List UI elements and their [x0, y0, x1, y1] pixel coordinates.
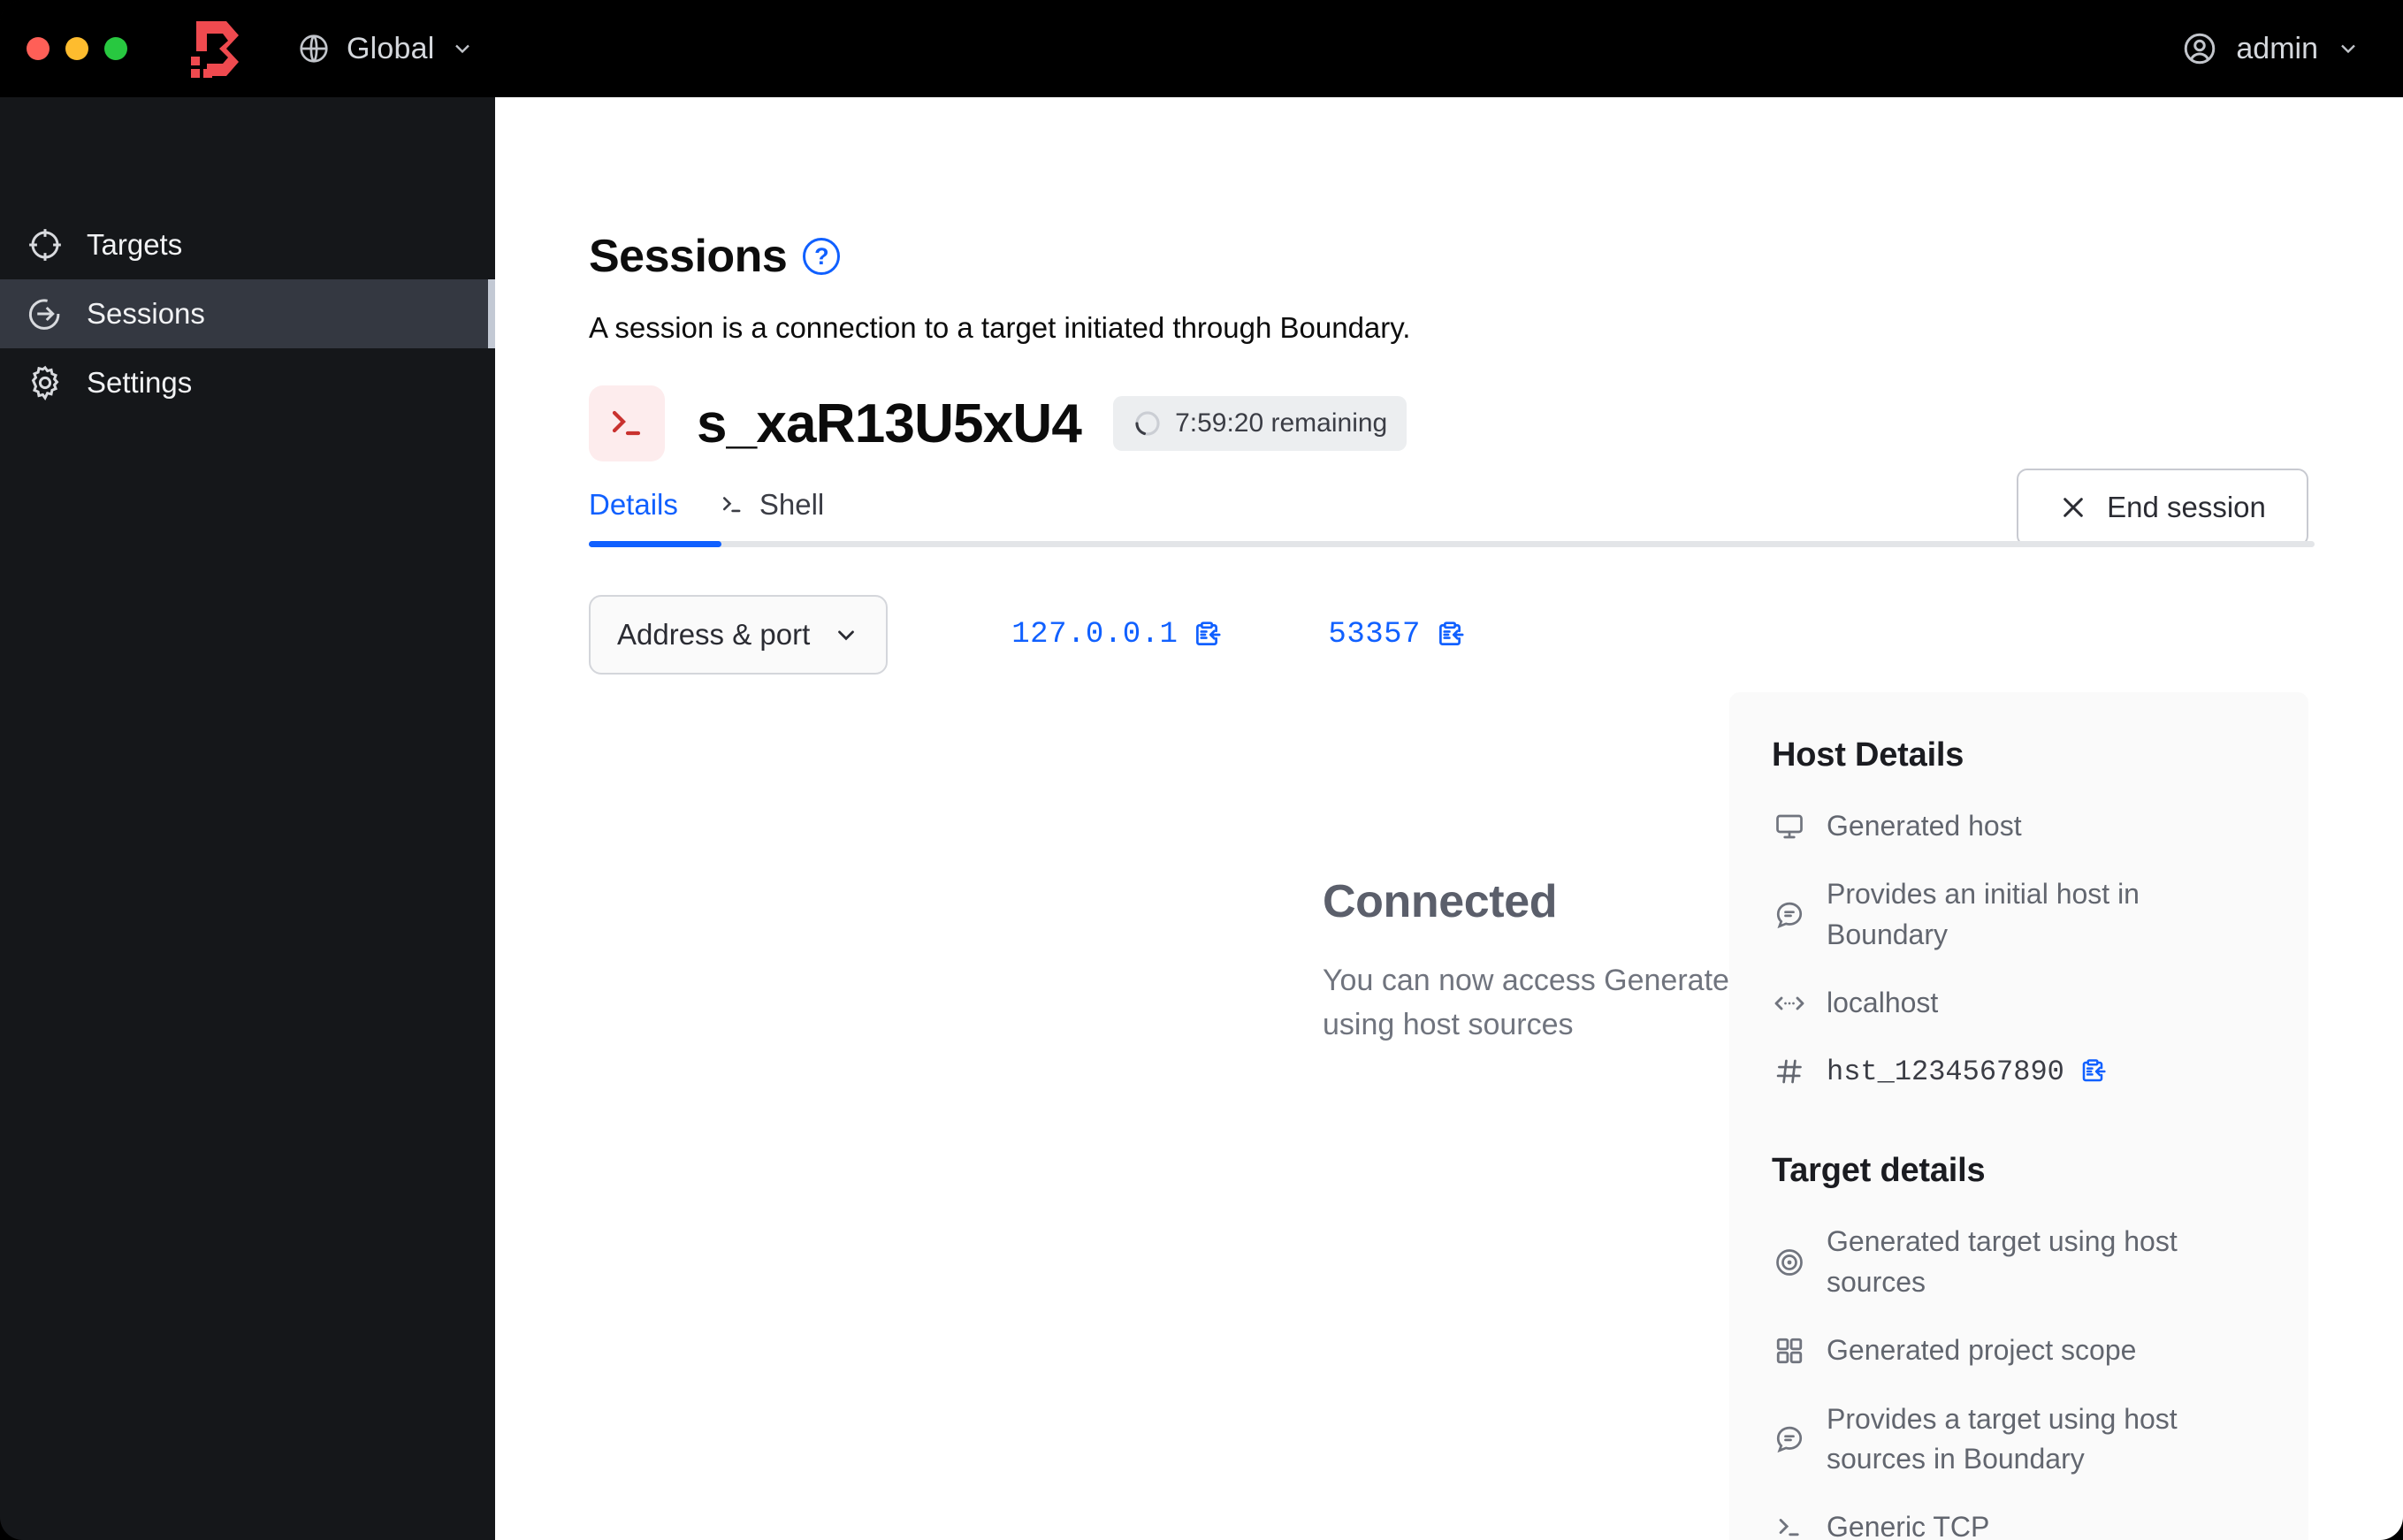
- session-remaining-badge: 7:59:20 remaining: [1113, 396, 1407, 451]
- list-item: Generic TCP: [1772, 1493, 2266, 1540]
- tab-details[interactable]: Details: [589, 488, 678, 522]
- display-icon: [1772, 809, 1807, 844]
- tab-shell[interactable]: Shell: [719, 488, 824, 522]
- tabs-underline: [589, 541, 2315, 547]
- terminal-icon: [1772, 1510, 1807, 1540]
- address-value: 127.0.0.1: [1011, 618, 1179, 652]
- page-title: Sessions: [589, 231, 788, 282]
- tab-details-label: Details: [589, 488, 678, 521]
- page-header: Sessions ? A session is a connection to …: [495, 97, 2403, 461]
- spinner-icon: [1133, 408, 1163, 438]
- terminal-icon: [719, 492, 745, 518]
- details-panel: Host Details Generated host Provides an …: [1729, 692, 2308, 1540]
- traffic-light-controls: [27, 37, 127, 60]
- title-bar: Global admin: [0, 0, 2403, 97]
- list-item-label: Provides an initial host in Boundary: [1827, 878, 2140, 950]
- list-item-label: Generated host: [1827, 810, 2022, 842]
- network-icon: [1772, 986, 1807, 1021]
- address-port-dropdown[interactable]: Address & port: [589, 595, 889, 675]
- tabs-row: Details Shell: [589, 488, 2315, 541]
- list-item-label: Provides a target using host sources in …: [1827, 1402, 2178, 1475]
- crosshair-icon: [25, 225, 65, 265]
- grid-icon: [1772, 1333, 1807, 1368]
- user-menu[interactable]: admin: [2181, 30, 2361, 67]
- list-item: Provides a target using host sources in …: [1772, 1385, 2266, 1494]
- list-item: Generated target using host sources: [1772, 1208, 2266, 1316]
- page-title-row: Sessions ?: [589, 230, 2403, 283]
- session-tabs: Details Shell: [589, 488, 2315, 547]
- sidebar: Targets Sessions Settings: [0, 97, 495, 1540]
- sidebar-item-label: Sessions: [87, 297, 205, 330]
- maximize-window-button[interactable]: [104, 37, 127, 60]
- list-item-label: Generic TCP: [1827, 1511, 1990, 1540]
- connection-info-row: Address & port 127.0.0.1 53357: [589, 595, 2403, 675]
- clipboard-copy-icon: [2079, 1057, 2107, 1086]
- chevron-down-icon: [450, 36, 475, 61]
- list-item: Generated host: [1772, 792, 2266, 860]
- list-item: localhost: [1772, 969, 2266, 1037]
- help-icon[interactable]: ?: [803, 238, 841, 275]
- port-value: 53357: [1328, 618, 1421, 652]
- list-item-label: Generated target using host sources: [1827, 1225, 2178, 1298]
- tab-active-indicator: [589, 541, 721, 547]
- sidebar-item-targets[interactable]: Targets: [0, 210, 495, 279]
- target-icon: [1772, 1245, 1807, 1280]
- sidebar-item-label: Settings: [87, 366, 193, 399]
- sidebar-item-label: Targets: [87, 228, 183, 261]
- minimize-window-button[interactable]: [65, 37, 88, 60]
- main-content: Sessions ? A session is a connection to …: [495, 97, 2403, 1540]
- terminal-icon: [589, 385, 665, 461]
- page-description: A session is a connection to a target in…: [589, 311, 1411, 344]
- tab-shell-label: Shell: [759, 488, 825, 521]
- user-name-label: admin: [2236, 31, 2318, 65]
- copy-address-button[interactable]: 127.0.0.1: [1011, 618, 1222, 652]
- chevron-down-icon: [2336, 36, 2361, 61]
- list-item-label: hst_1234567890: [1827, 1055, 2064, 1088]
- user-circle-icon: [2181, 30, 2218, 67]
- sidebar-item-sessions[interactable]: Sessions: [0, 279, 495, 348]
- login-arrow-icon: [25, 294, 65, 334]
- host-details-heading: Host Details: [1772, 736, 1964, 774]
- application-window: Global admin Targets Sessions Settings S…: [0, 0, 2403, 1540]
- sidebar-nav: Targets Sessions Settings: [0, 210, 495, 417]
- list-item: Generated project scope: [1772, 1316, 2266, 1384]
- sidebar-item-settings[interactable]: Settings: [0, 348, 495, 417]
- copy-host-id-button[interactable]: hst_1234567890: [1827, 1052, 2107, 1092]
- list-item: hst_1234567890: [1772, 1038, 2266, 1106]
- hash-icon: [1772, 1054, 1807, 1089]
- session-id: s_xaR13U5xU4: [697, 393, 1082, 454]
- clipboard-copy-icon: [1435, 620, 1465, 650]
- panel-divider: [1772, 1106, 2266, 1152]
- session-header-row: s_xaR13U5xU4 7:59:20 remaining: [589, 385, 2403, 461]
- scope-selector[interactable]: Global: [297, 32, 475, 66]
- close-window-button[interactable]: [27, 37, 50, 60]
- clipboard-copy-icon: [1192, 620, 1222, 650]
- list-item-label: localhost: [1827, 987, 1939, 1019]
- message-icon: [1772, 1422, 1807, 1457]
- globe-icon: [297, 32, 331, 65]
- session-remaining-label: 7:59:20 remaining: [1175, 408, 1388, 438]
- chevron-down-icon: [833, 621, 859, 648]
- gear-icon: [25, 362, 65, 403]
- scope-label: Global: [347, 31, 435, 65]
- message-icon: [1772, 897, 1807, 933]
- boundary-logo-icon: [182, 14, 251, 83]
- host-details-list: Generated host Provides an initial host …: [1772, 792, 2266, 1106]
- copy-port-button[interactable]: 53357: [1328, 618, 1465, 652]
- list-item: Provides an initial host in Boundary: [1772, 860, 2266, 969]
- list-item-label: Generated project scope: [1827, 1334, 2137, 1367]
- address-port-dropdown-label: Address & port: [617, 618, 811, 651]
- target-details-list: Generated target using host sources Gene…: [1772, 1208, 2266, 1540]
- target-details-heading: Target details: [1772, 1152, 1986, 1190]
